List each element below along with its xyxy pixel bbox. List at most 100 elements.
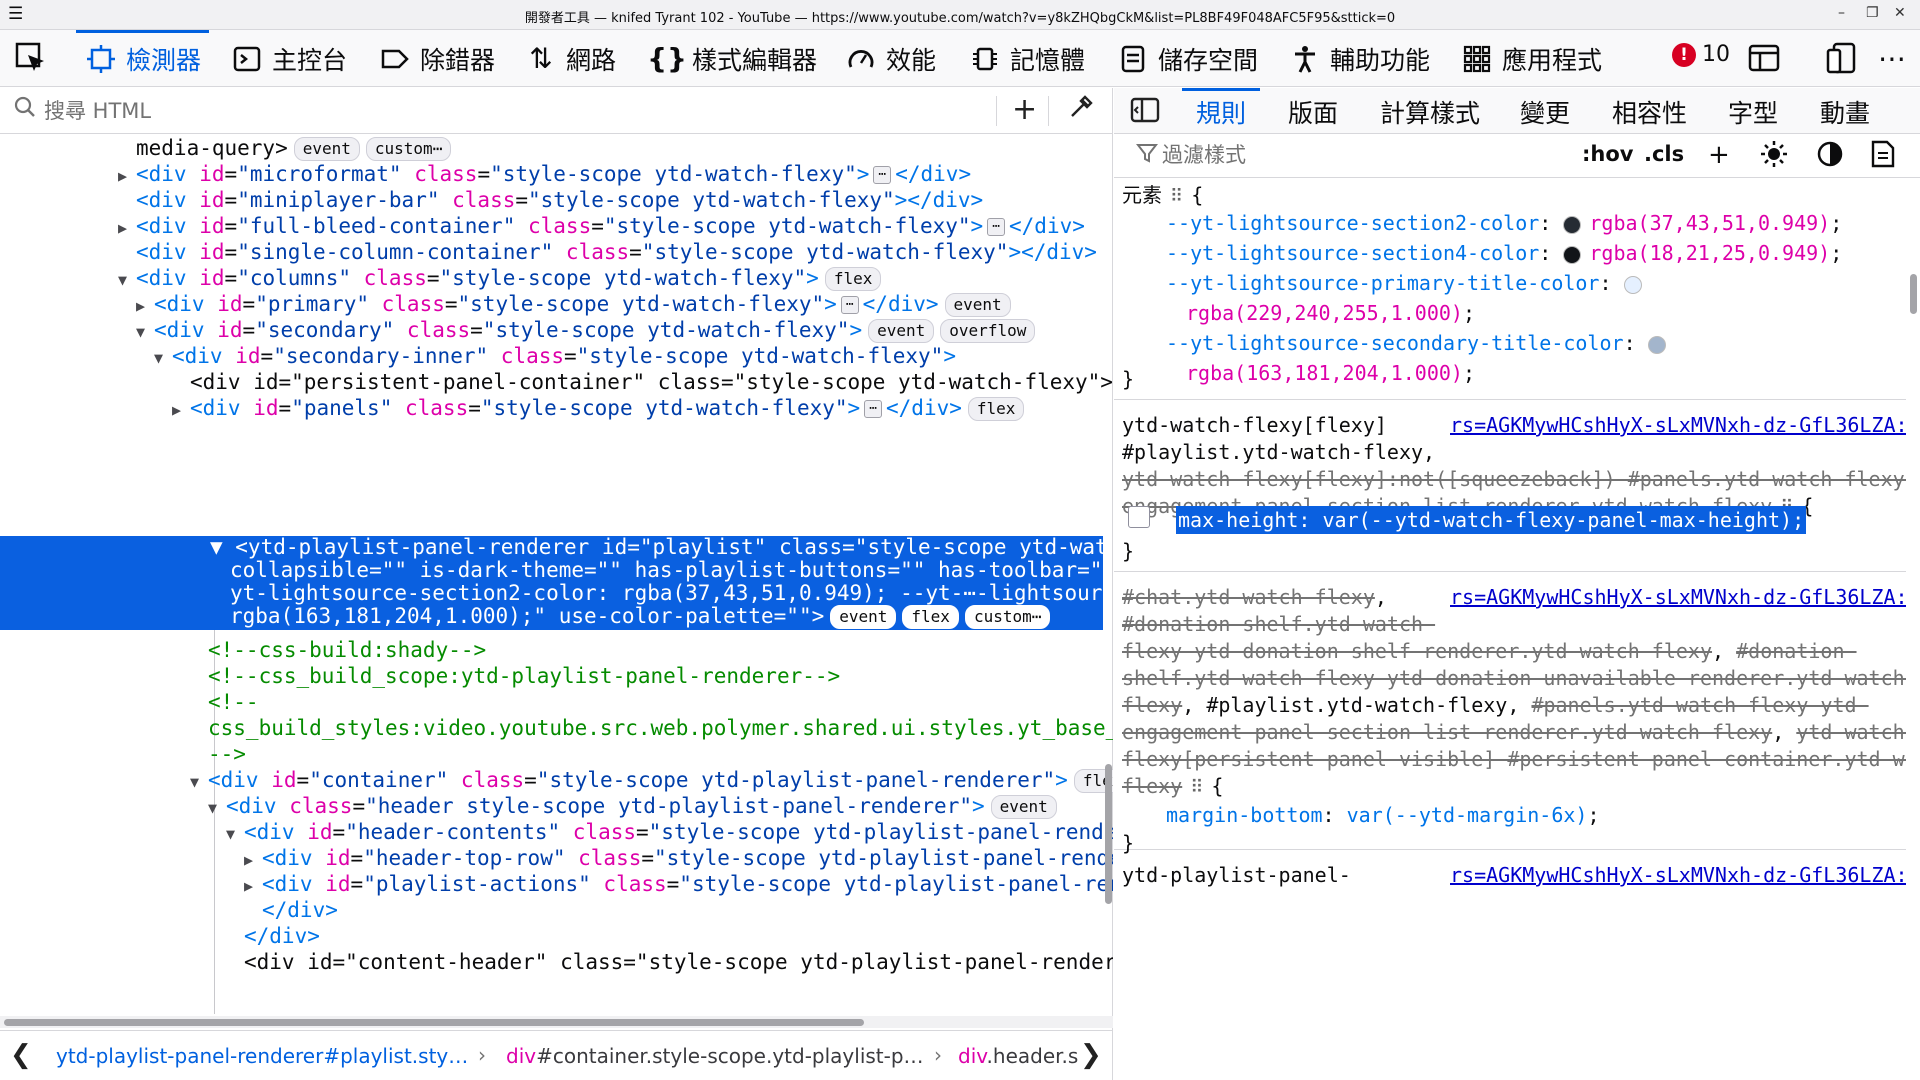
markup-node-text: <div id="persistent-panel-container" cla… xyxy=(190,370,1113,394)
dock-side-icon[interactable] xyxy=(1826,41,1856,75)
markup-node-text: <div id="container" class="style-scope y… xyxy=(208,768,1113,793)
class-toggle[interactable]: .cls xyxy=(1644,142,1684,166)
tab-accessibility[interactable]: 輔助功能 xyxy=(1288,30,1430,87)
breadcrumb-separator: › xyxy=(934,1043,942,1067)
minimize-button[interactable]: – xyxy=(1838,5,1845,21)
property-value: rgba(37,43,51,0.949) xyxy=(1589,211,1831,235)
collapse-twisty-icon[interactable]: ▼ xyxy=(118,264,136,296)
selected-node-line-2: collapsible="" is-dark-theme="" has-play… xyxy=(230,558,1103,582)
markup-node-line[interactable]: <div id="content-header" class="style-sc… xyxy=(226,946,1113,978)
memory-icon xyxy=(968,42,1002,76)
property-name: --yt-lightsource-section2-color xyxy=(1166,211,1540,235)
rules-vertical-scrollbar[interactable] xyxy=(1906,178,1920,1080)
dark-theme-icon[interactable] xyxy=(1816,140,1844,175)
tab-changes[interactable]: 變更 xyxy=(1520,94,1570,130)
filter-styles-input[interactable] xyxy=(1162,138,1562,172)
tab-fonts[interactable]: 字型 xyxy=(1728,94,1778,130)
style-editor-icon: {} xyxy=(647,42,687,75)
markup-node-line[interactable]: css_build_styles:video.youtube.src.web.p… xyxy=(190,712,1113,744)
tab-console[interactable]: 主控台 xyxy=(230,30,347,87)
tab-layout[interactable]: 版面 xyxy=(1288,94,1338,130)
collapse-twisty-icon[interactable]: ▼ xyxy=(226,818,244,850)
property-toggle-checkbox[interactable] xyxy=(1128,506,1150,528)
color-swatch-icon[interactable] xyxy=(1647,335,1666,354)
tab-performance[interactable]: 效能 xyxy=(844,30,936,87)
selected-node[interactable]: ▼ <ytd-playlist-panel-renderer id="playl… xyxy=(0,536,1103,630)
tab-computed[interactable]: 計算樣式 xyxy=(1380,94,1480,130)
divider xyxy=(1048,96,1049,126)
css-declaration[interactable]: margin-bottom: var(--ytd-margin-6x); xyxy=(1166,800,1600,830)
css-declaration-highlighted[interactable]: max-height: var(--ytd-watch-flexy-panel-… xyxy=(1176,506,1807,534)
tab-memory[interactable]: 記憶體 xyxy=(968,30,1085,87)
toggle-split-console-icon[interactable] xyxy=(1748,41,1780,75)
tab-accessibility-label: 輔助功能 xyxy=(1330,45,1431,75)
collapse-twisty-icon[interactable]: ▼ xyxy=(190,766,208,798)
collapse-twisty-icon[interactable]: ▼ xyxy=(208,792,226,824)
markup-node-line[interactable]: ▶ <div id="playlist-actions" class="style… xyxy=(244,868,1113,900)
add-rule-icon[interactable]: + xyxy=(1708,140,1730,170)
expand-twisty-icon[interactable]: ▶ xyxy=(172,394,190,426)
more-options-icon[interactable]: ⋯ xyxy=(1878,41,1906,75)
color-swatch-icon[interactable] xyxy=(1623,275,1642,294)
maximize-button[interactable]: ❐ xyxy=(1866,5,1879,21)
css-declaration[interactable]: --yt-lightsource-primary-title-color: xyxy=(1166,268,1650,298)
rule-source-link[interactable]: rs=AGKMywHCshHyX-sLxMVNxh-dz-GfL36LZA:11… xyxy=(1450,582,1906,612)
error-count: 10 xyxy=(1702,42,1730,67)
add-node-button[interactable]: + xyxy=(1012,92,1037,127)
devtools-toolbar: 檢測器 主控台 除錯器 ⇅ 網路 {} 樣式編輯器 效能 記憶體 儲存空間 輔助… xyxy=(0,30,1920,87)
tab-network[interactable]: ⇅ 網路 xyxy=(524,30,616,87)
breadcrumb-prev-icon[interactable]: ❮ xyxy=(10,1040,32,1070)
css-declaration[interactable]: --yt-lightsource-section2-color: rgba(37… xyxy=(1166,208,1842,238)
tab-style-editor[interactable]: {} 樣式編輯器 xyxy=(647,30,817,87)
selected-node-line-1: ▼ <ytd-playlist-panel-renderer id="playl… xyxy=(210,536,1103,559)
markup-node-text: --> xyxy=(208,742,246,766)
pick-element-icon[interactable] xyxy=(14,41,48,75)
close-button[interactable]: ✕ xyxy=(1894,5,1906,21)
rule-source-link[interactable]: rs=AGKMywHCshHyX-sLxMVNxh-dz-GfL36LZA:11… xyxy=(1450,410,1906,440)
filter-icon xyxy=(1135,142,1159,169)
eyedropper-icon[interactable] xyxy=(1068,94,1094,126)
breadcrumb-item[interactable]: div.header.s xyxy=(958,1044,1078,1068)
tab-animations[interactable]: 動畫 xyxy=(1820,94,1870,130)
color-swatch-icon[interactable] xyxy=(1563,245,1582,264)
breadcrumb-next-icon[interactable]: ❯ xyxy=(1080,1040,1102,1070)
rule-selector-struck: engagement-panel-section-list-renderer.y… xyxy=(1122,720,1773,744)
tab-debugger[interactable]: 除錯器 xyxy=(378,30,495,87)
markup-node-text: </div> xyxy=(244,924,320,948)
markup-node-text: </div> xyxy=(262,898,338,922)
tab-inspector-label: 檢測器 xyxy=(126,45,202,75)
rule-source-link[interactable]: rs=AGKMywHCshHyX-sLxMVNxh-dz-GfL36LZA:11… xyxy=(1450,860,1906,890)
breadcrumb-item[interactable]: ytd-playlist-panel-renderer#playlist.sty… xyxy=(56,1044,468,1068)
collapse-twisty-icon[interactable]: ▼ xyxy=(154,342,172,374)
property-value: var(--ytd-margin-6x) xyxy=(1346,803,1588,827)
breadcrumb-rest: #container.style-scope.ytd-playlist-p… xyxy=(536,1044,924,1068)
console-icon xyxy=(230,42,264,76)
markup-node-line[interactable]: <!--css_build_scope:ytd-playlist-panel-r… xyxy=(190,660,840,692)
print-media-icon[interactable] xyxy=(1870,140,1896,175)
rule-selector: ytd-watch-flexy[flexy] xyxy=(1122,413,1387,437)
css-declaration[interactable]: --yt-lightsource-secondary-title-color: xyxy=(1166,328,1674,358)
css-declaration[interactable]: --yt-lightsource-section4-color: rgba(18… xyxy=(1166,238,1842,268)
property-name: --yt-lightsource-primary-title-color xyxy=(1166,271,1600,295)
toggle-pane-icon[interactable] xyxy=(1130,96,1160,131)
tab-storage[interactable]: 儲存空間 xyxy=(1116,30,1258,87)
breadcrumb-item[interactable]: div#container.style-scope.ytd-playlist-p… xyxy=(506,1044,924,1068)
search-html-input[interactable] xyxy=(44,94,994,128)
tab-rules[interactable]: 規則 xyxy=(1181,88,1261,130)
error-count-badge[interactable]: ! 10 xyxy=(1672,42,1730,67)
hover-pseudo-toggle[interactable]: :hov xyxy=(1582,142,1633,166)
tab-inspector[interactable]: 檢測器 xyxy=(75,30,210,87)
tab-application[interactable]: 應用程式 xyxy=(1460,30,1602,87)
color-swatch-icon[interactable] xyxy=(1563,215,1582,234)
markup-node-text: <div id="content-header" class="style-sc… xyxy=(244,950,1113,974)
collapse-twisty-icon[interactable]: ▼ xyxy=(136,316,154,348)
markup-node-line[interactable]: ▶ <div id="panels" class="style-scope ytd… xyxy=(172,392,1025,426)
markup-node-text: media-query> event custom⋯ xyxy=(136,136,452,161)
grid-icon[interactable]: ⠿ xyxy=(1190,773,1203,803)
tab-compatibility[interactable]: 相容性 xyxy=(1612,94,1687,130)
light-theme-icon[interactable] xyxy=(1760,140,1788,175)
markup-vertical-scrollbar[interactable] xyxy=(1103,134,1113,1014)
markup-tree: media-query> event custom⋯ ▶ <div id="microf… xyxy=(0,134,1113,1014)
rule-selector-struck: shelf.ytd-watch-flexy ytd-donation-unava… xyxy=(1122,666,1906,690)
markup-horizontal-scrollbar[interactable] xyxy=(0,1016,1113,1028)
